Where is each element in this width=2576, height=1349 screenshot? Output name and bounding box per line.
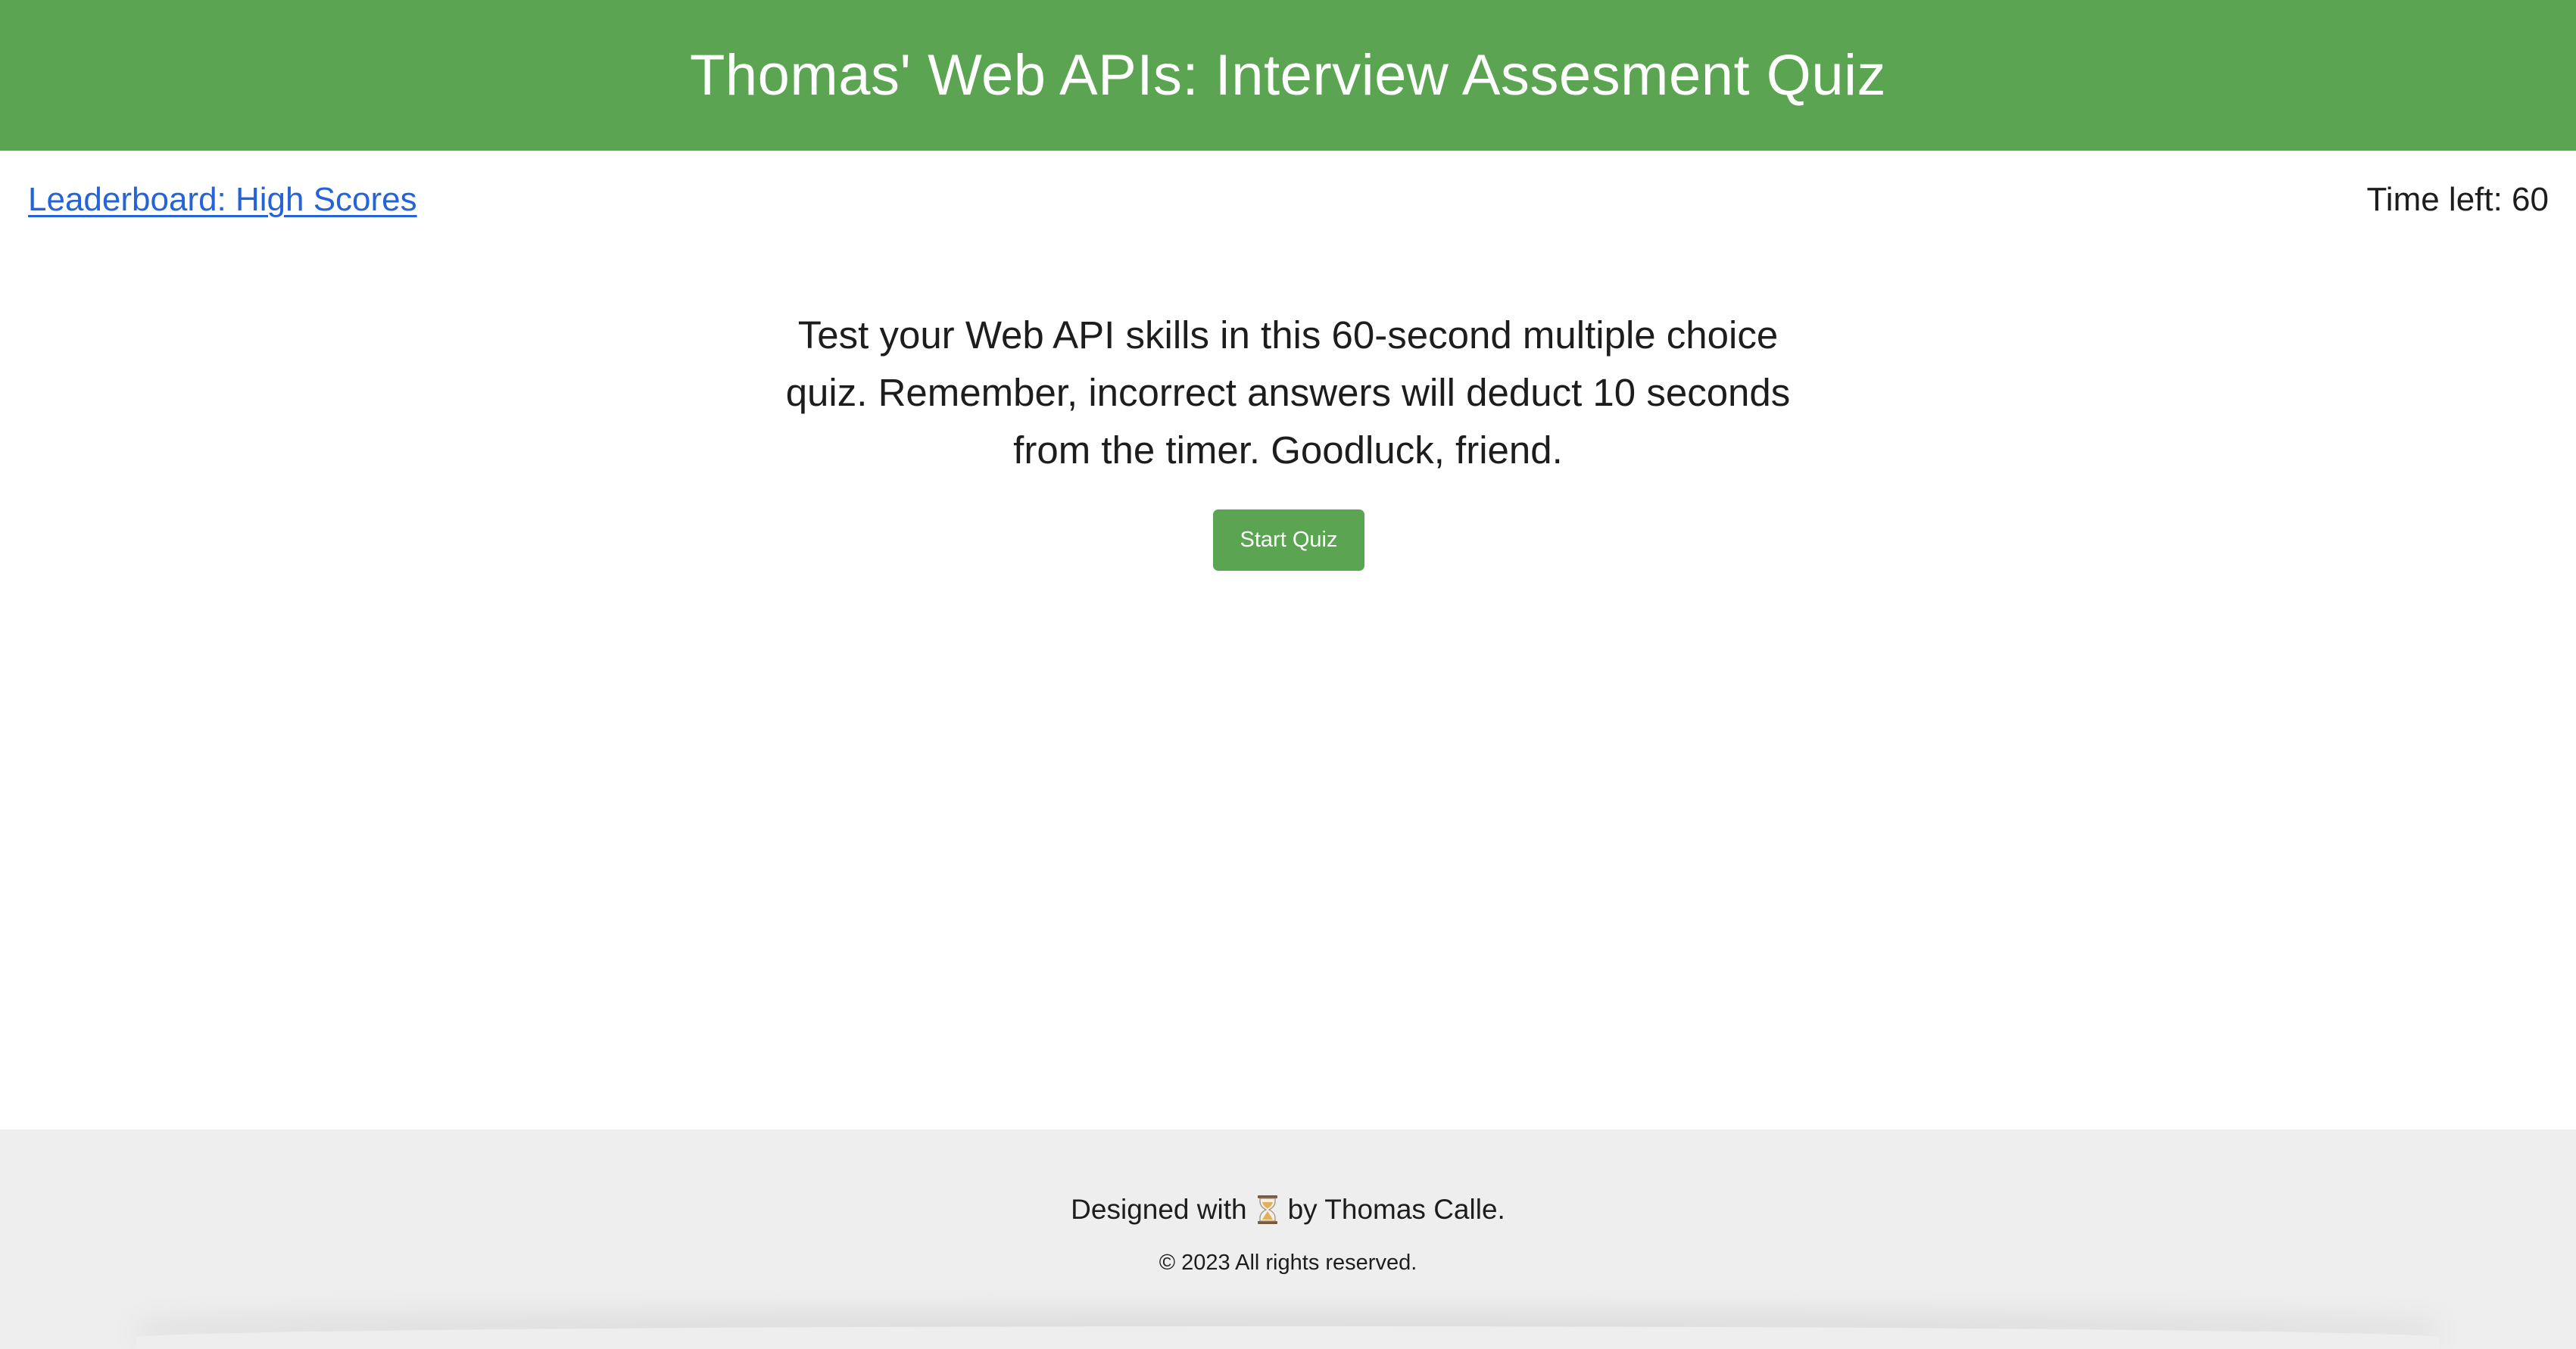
footer-shadow-divider [136, 1326, 2440, 1349]
top-bar: Leaderboard: High Scores Time left: 60 [0, 151, 2576, 254]
page-footer: Designed with by Thomas Calle. © 2023 Al… [0, 1129, 2576, 1349]
hourglass-icon [1256, 1195, 1279, 1225]
footer-credit: Designed with by Thomas Calle. [0, 1194, 2576, 1226]
page-header: Thomas' Web APIs: Interview Assesment Qu… [0, 0, 2576, 151]
footer-credit-prefix: Designed with [1071, 1194, 1247, 1225]
leaderboard-link[interactable]: Leaderboard: High Scores [28, 181, 417, 219]
footer-copyright: © 2023 All rights reserved. [1159, 1251, 1417, 1275]
quiz-page: Thomas' Web APIs: Interview Assesment Qu… [0, 0, 2576, 1349]
quiz-intro-text: Test your Web API skills in this 60-seco… [785, 313, 1791, 472]
start-quiz-button[interactable]: Start Quiz [1213, 509, 1364, 571]
footer-credit-suffix: by Thomas Calle. [1287, 1194, 1505, 1225]
time-left-display: Time left: 60 [2366, 181, 2549, 218]
page-title: Thomas' Web APIs: Interview Assesment Qu… [689, 42, 1887, 107]
